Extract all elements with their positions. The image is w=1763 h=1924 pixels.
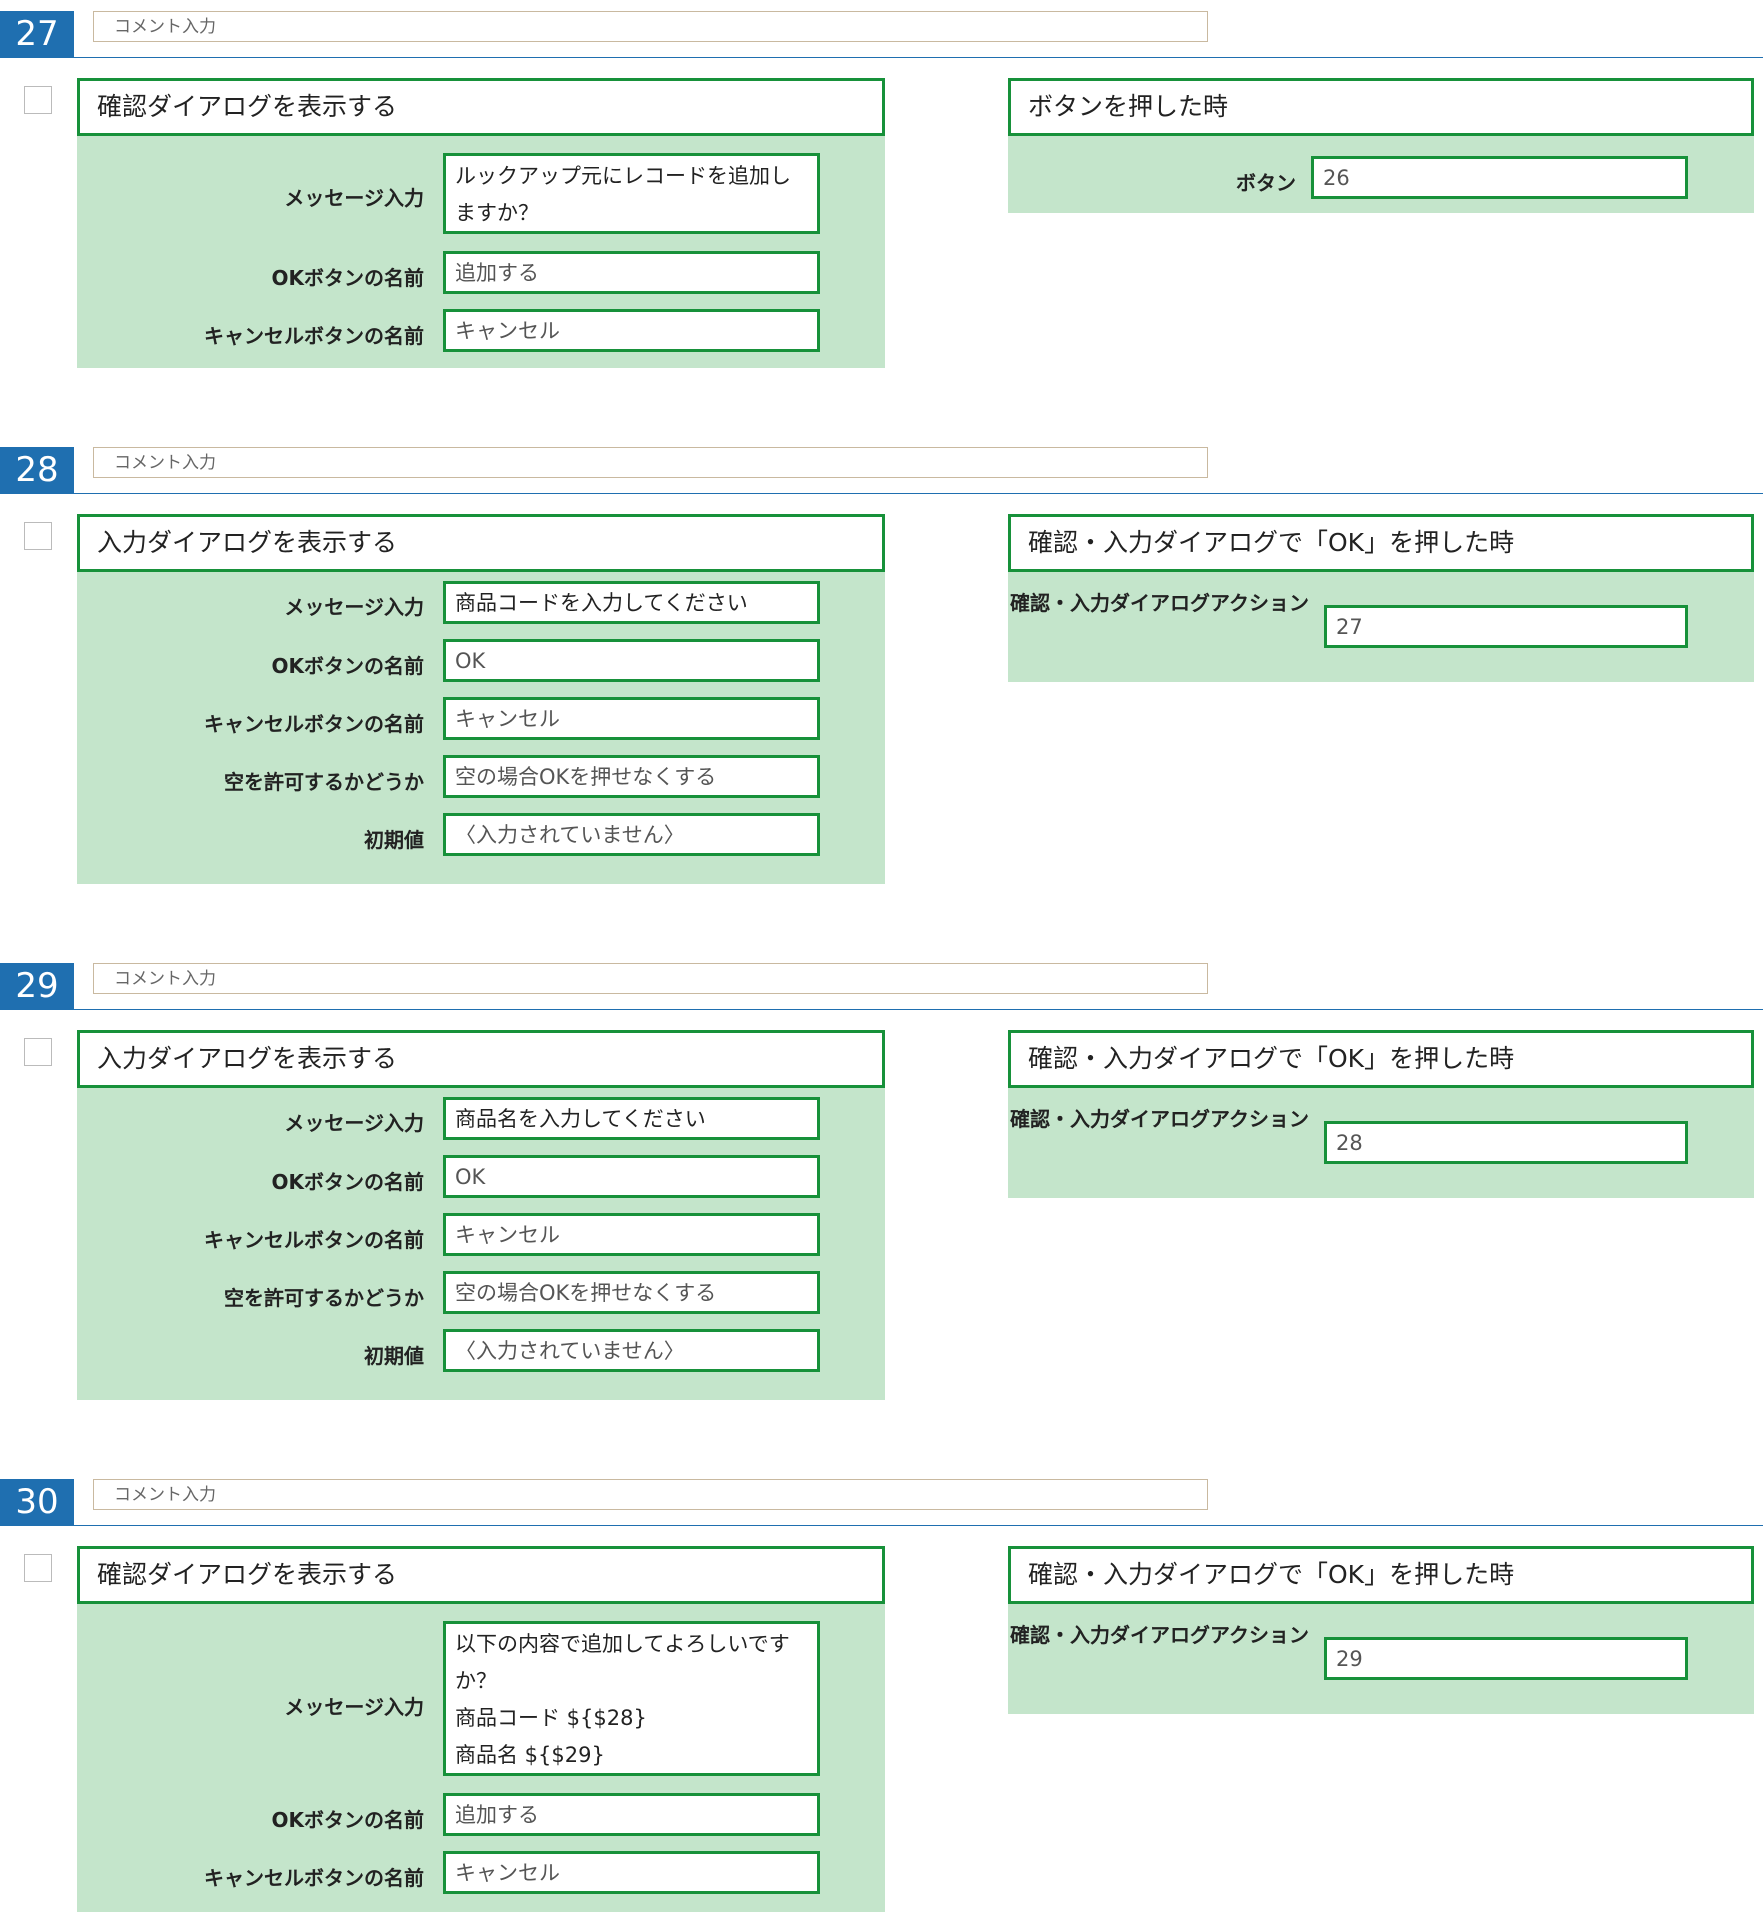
allow-empty-select[interactable]: 空の場合OKを押せなくする: [443, 1271, 820, 1314]
field-label: メッセージ入力: [284, 1111, 424, 1135]
allow-empty-select[interactable]: 空の場合OKを押せなくする: [443, 755, 820, 798]
field-label: メッセージ入力: [284, 595, 424, 619]
field-label: OKボタンの名前: [271, 654, 425, 678]
trigger-card: 確認・入力ダイアログで「OK」を押した時 確認・入力ダイアログアクション 28: [1008, 1030, 1754, 1198]
step-number: 28: [0, 447, 74, 494]
action-card: 確認ダイアログを表示する メッセージ入力 以下の内容で追加してよろしいですか？ …: [77, 1546, 885, 1912]
message-input[interactable]: 以下の内容で追加してよろしいですか？ 商品コード ${$28} 商品名 ${$2…: [443, 1621, 820, 1776]
trigger-card: ボタンを押した時 ボタン 26: [1008, 78, 1754, 213]
step-header: 28 コメント入力: [0, 436, 1763, 494]
step-number: 29: [0, 963, 74, 1010]
trigger-value-input[interactable]: 26: [1311, 156, 1688, 199]
initial-value-input[interactable]: 〈入力されていません〉: [443, 1329, 820, 1372]
field-label: キャンセルボタンの名前: [204, 324, 424, 348]
step-number: 27: [0, 11, 74, 58]
initial-value-input[interactable]: 〈入力されていません〉: [443, 813, 820, 856]
cancel-button-name-input[interactable]: キャンセル: [443, 1851, 820, 1894]
field-label: 空を許可するかどうか: [224, 1286, 424, 1310]
comment-input[interactable]: コメント入力: [93, 447, 1208, 478]
ok-button-name-input[interactable]: OK: [443, 1155, 820, 1198]
cancel-button-name-input[interactable]: キャンセル: [443, 1213, 820, 1256]
action-title[interactable]: 確認ダイアログを表示する: [77, 1546, 885, 1604]
field-label: 初期値: [364, 1344, 424, 1368]
trigger-label: 確認・入力ダイアログアクション: [1010, 1623, 1309, 1647]
action-title[interactable]: 入力ダイアログを表示する: [77, 514, 885, 572]
step-divider: [74, 493, 1763, 494]
step-header: 30 コメント入力: [0, 1468, 1763, 1526]
field-label: OKボタンの名前: [271, 266, 425, 290]
field-label: キャンセルボタンの名前: [204, 1866, 424, 1890]
step-divider: [74, 57, 1763, 58]
field-label: キャンセルボタンの名前: [204, 1228, 424, 1252]
field-label: OKボタンの名前: [271, 1170, 425, 1194]
action-title[interactable]: 入力ダイアログを表示する: [77, 1030, 885, 1088]
field-label: 空を許可するかどうか: [224, 770, 424, 794]
step-divider: [74, 1009, 1763, 1010]
action-card: 入力ダイアログを表示する メッセージ入力 商品コードを入力してください OKボタ…: [77, 514, 885, 884]
step-28: 28 コメント入力 入力ダイアログを表示する メッセージ入力 商品コードを入力し…: [0, 436, 1763, 896]
message-input[interactable]: 商品名を入力してください: [443, 1097, 820, 1140]
trigger-value-input[interactable]: 27: [1324, 605, 1688, 648]
trigger-card: 確認・入力ダイアログで「OK」を押した時 確認・入力ダイアログアクション 29: [1008, 1546, 1754, 1714]
trigger-title[interactable]: ボタンを押した時: [1008, 78, 1754, 136]
trigger-label: ボタン: [1236, 171, 1296, 195]
field-label: メッセージ入力: [284, 186, 424, 210]
trigger-value-input[interactable]: 28: [1324, 1121, 1688, 1164]
field-label: メッセージ入力: [284, 1695, 424, 1719]
step-30: 30 コメント入力 確認ダイアログを表示する メッセージ入力 以下の内容で追加し…: [0, 1468, 1763, 1924]
message-input[interactable]: 商品コードを入力してください: [443, 581, 820, 624]
action-title[interactable]: 確認ダイアログを表示する: [77, 78, 885, 136]
trigger-title[interactable]: 確認・入力ダイアログで「OK」を押した時: [1008, 1546, 1754, 1604]
field-label: キャンセルボタンの名前: [204, 712, 424, 736]
trigger-title[interactable]: 確認・入力ダイアログで「OK」を押した時: [1008, 1030, 1754, 1088]
step-checkbox[interactable]: [24, 522, 52, 550]
step-divider: [74, 1525, 1763, 1526]
action-card: 確認ダイアログを表示する メッセージ入力 ルックアップ元にレコードを追加しますか…: [77, 78, 885, 368]
trigger-label: 確認・入力ダイアログアクション: [1010, 1107, 1309, 1131]
step-checkbox[interactable]: [24, 86, 52, 114]
step-header: 27 コメント入力: [0, 0, 1763, 58]
trigger-label: 確認・入力ダイアログアクション: [1010, 591, 1309, 615]
comment-input[interactable]: コメント入力: [93, 1479, 1208, 1510]
trigger-card: 確認・入力ダイアログで「OK」を押した時 確認・入力ダイアログアクション 27: [1008, 514, 1754, 682]
ok-button-name-input[interactable]: 追加する: [443, 1793, 820, 1836]
cancel-button-name-input[interactable]: キャンセル: [443, 697, 820, 740]
action-card: 入力ダイアログを表示する メッセージ入力 商品名を入力してください OKボタンの…: [77, 1030, 885, 1400]
comment-input[interactable]: コメント入力: [93, 963, 1208, 994]
field-label: OKボタンの名前: [271, 1808, 425, 1832]
field-label: 初期値: [364, 828, 424, 852]
message-input[interactable]: ルックアップ元にレコードを追加しますか？: [443, 153, 820, 234]
trigger-value-input[interactable]: 29: [1324, 1637, 1688, 1680]
step-checkbox[interactable]: [24, 1554, 52, 1582]
step-checkbox[interactable]: [24, 1038, 52, 1066]
step-29: 29 コメント入力 入力ダイアログを表示する メッセージ入力 商品名を入力してく…: [0, 952, 1763, 1412]
step-header: 29 コメント入力: [0, 952, 1763, 1010]
step-27: 27 コメント入力 確認ダイアログを表示する メッセージ入力 ルックアップ元にレ…: [0, 0, 1763, 380]
ok-button-name-input[interactable]: 追加する: [443, 251, 820, 294]
ok-button-name-input[interactable]: OK: [443, 639, 820, 682]
trigger-title[interactable]: 確認・入力ダイアログで「OK」を押した時: [1008, 514, 1754, 572]
comment-input[interactable]: コメント入力: [93, 11, 1208, 42]
step-number: 30: [0, 1479, 74, 1526]
cancel-button-name-input[interactable]: キャンセル: [443, 309, 820, 352]
